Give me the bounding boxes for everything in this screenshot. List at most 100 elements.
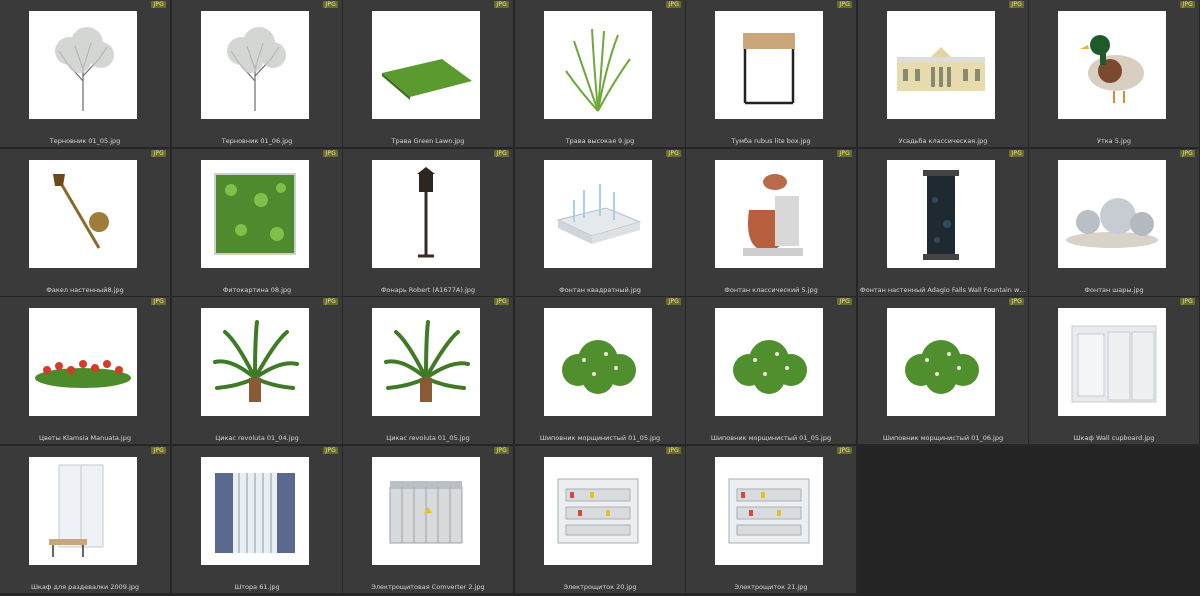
file-type-badge: JPG (1180, 298, 1195, 305)
thumbnail-item[interactable]: JPG Электрощиток 21.jpg (686, 446, 856, 593)
thumbnail-item[interactable]: JPG Шкаф для раздевалки 2009.jpg (0, 446, 170, 593)
thumbnail-image[interactable] (372, 457, 480, 565)
thumbnail-item[interactable]: JPG Электрощитовая Comverter 2.jpg (343, 446, 513, 593)
thumbnail-image[interactable] (29, 11, 137, 119)
stand-icon (743, 33, 795, 105)
thumbnail-caption: Шиповник морщинистый 01_05.jpg (539, 434, 661, 442)
thumbnail-image[interactable] (544, 457, 652, 565)
thumbnail-image[interactable] (29, 308, 137, 416)
substation-icon (389, 481, 463, 544)
thumbnail-item[interactable]: JPG Штора 61.jpg (172, 446, 342, 593)
file-type-badge: JPG (494, 1, 509, 8)
file-type-badge: JPG (837, 298, 852, 305)
thumbnail-caption: Фонтан классический 5.jpg (724, 286, 818, 294)
thumbnail-caption: Электрощиток 21.jpg (734, 583, 808, 591)
thumbnail-caption: Электрощиток 20.jpg (563, 583, 637, 591)
thumbnail-item[interactable]: JPG Шиповник морщинистый 01_05.jpg (686, 297, 856, 444)
building-icon (897, 47, 985, 91)
thumbnail-image[interactable] (372, 308, 480, 416)
thumbnail-item[interactable]: JPG Трава высокая 9.jpg (515, 0, 685, 147)
curtain-icon (215, 473, 295, 553)
fountain-icon (556, 184, 642, 244)
thumbnail-image[interactable] (887, 11, 995, 119)
thumbnail-caption: Штора 61.jpg (234, 583, 280, 591)
file-type-badge: JPG (323, 150, 338, 157)
file-type-badge: JPG (1009, 298, 1024, 305)
thumbnail-item[interactable]: JPG Утка 5.jpg (1029, 0, 1199, 147)
thumbnail-item[interactable]: JPG Терновник 01_05.jpg (0, 0, 170, 147)
thumbnail-item[interactable]: JPG Фитокартина 08.jpg (172, 149, 342, 296)
thumbnail-image[interactable] (201, 160, 309, 268)
thumbnail-image[interactable] (1058, 11, 1166, 119)
thumbnail-item[interactable]: JPG Шиповник морщинистый 01_06.jpg (858, 297, 1028, 444)
file-type-badge: JPG (151, 1, 166, 8)
thumbnail-image[interactable] (887, 308, 995, 416)
empty-area (858, 447, 1200, 596)
thumbnail-item[interactable]: JPG Фонтан квадратный.jpg (515, 149, 685, 296)
thumbnail-image[interactable] (544, 11, 652, 119)
thumbnail-item[interactable]: JPG Фонтан настенный Adagio Falls Wall Fo… (858, 149, 1028, 296)
thumbnail-image[interactable] (201, 308, 309, 416)
file-type-badge: JPG (1009, 1, 1024, 8)
spheres-icon (1066, 198, 1158, 248)
thumbnail-image[interactable] (201, 457, 309, 565)
thumbnail-item[interactable]: JPG Цветы Klamsia Manuata.jpg (0, 297, 170, 444)
thumbnail-item[interactable]: JPG Факел настенный8.jpg (0, 149, 170, 296)
torch-icon (53, 174, 109, 249)
thumbnail-image[interactable] (715, 11, 823, 119)
thumbnail-item[interactable]: JPG Терновник 01_06.jpg (172, 0, 342, 147)
thumbnail-caption: Терновник 01_05.jpg (49, 137, 121, 145)
thumbnail-caption: Цикас revoluta 01_05.jpg (386, 434, 470, 442)
thumbnail-image[interactable] (372, 160, 480, 268)
thumbnail-image[interactable] (887, 160, 995, 268)
file-type-badge: JPG (494, 447, 509, 454)
thumbnail-image[interactable] (715, 160, 823, 268)
thumbnail-item[interactable]: JPG Фонтан классический 5.jpg (686, 149, 856, 296)
file-type-badge: JPG (666, 150, 681, 157)
file-type-badge: JPG (666, 1, 681, 8)
thumbnail-caption: Утка 5.jpg (1097, 137, 1131, 145)
thumbnail-image[interactable] (29, 160, 137, 268)
locker-icon (49, 464, 104, 557)
file-type-badge: JPG (151, 150, 166, 157)
thumbnail-item[interactable]: JPG Цикас revoluta 01_05.jpg (343, 297, 513, 444)
thumbnail-item[interactable]: JPG Фонтан шары.jpg (1029, 149, 1199, 296)
tree-icon (227, 27, 286, 111)
panel-icon (557, 478, 639, 544)
thumbnail-caption: Шкаф для раздевалки 2009.jpg (30, 583, 140, 591)
duck-icon (1080, 35, 1144, 103)
thumbnail-item[interactable]: JPG Цикас revoluta 01_04.jpg (172, 297, 342, 444)
thumbnail-item[interactable]: JPG Шкаф Wall cupboard.jpg (1029, 297, 1199, 444)
file-type-badge: JPG (837, 447, 852, 454)
lamppost-icon (417, 167, 435, 258)
bush-icon (562, 340, 636, 394)
grass-icon (565, 28, 631, 112)
file-type-badge: JPG (837, 150, 852, 157)
thumbnail-image[interactable] (1058, 160, 1166, 268)
thumbnail-item[interactable]: JPG Фонарь Robert (A1677A).jpg (343, 149, 513, 296)
thumbnail-image[interactable] (372, 11, 480, 119)
thumbnail-image[interactable] (544, 308, 652, 416)
file-type-badge: JPG (323, 298, 338, 305)
thumbnail-image[interactable] (201, 11, 309, 119)
palm-icon (384, 320, 470, 402)
thumbnail-caption: Цикас revoluta 01_04.jpg (215, 434, 299, 442)
thumbnail-item[interactable]: JPG Тумба rubus lite box.jpg (686, 0, 856, 147)
thumbnail-image[interactable] (715, 308, 823, 416)
thumbnail-item[interactable]: JPG Трава Green Lawn.jpg (343, 0, 513, 147)
tree-icon (55, 27, 114, 111)
palm-icon (213, 320, 299, 402)
thumbnail-caption: Шкаф Wall cupboard.jpg (1073, 434, 1155, 442)
plant-panel-icon (214, 173, 296, 255)
thumbnail-item[interactable]: JPG Шиповник морщинистый 01_05.jpg (515, 297, 685, 444)
file-type-badge: JPG (1180, 1, 1195, 8)
thumbnail-image[interactable] (544, 160, 652, 268)
thumbnail-item[interactable]: JPG Усадьба классическая.jpg (858, 0, 1028, 147)
thumbnail-image[interactable] (29, 457, 137, 565)
cupboard-icon (1071, 325, 1157, 403)
thumbnail-image[interactable] (715, 457, 823, 565)
thumbnail-item[interactable]: JPG Электрощиток 20.jpg (515, 446, 685, 593)
file-type-badge: JPG (837, 1, 852, 8)
thumbnail-image[interactable] (1058, 308, 1166, 416)
thumbnail-caption: Трава Green Lawn.jpg (391, 137, 465, 145)
